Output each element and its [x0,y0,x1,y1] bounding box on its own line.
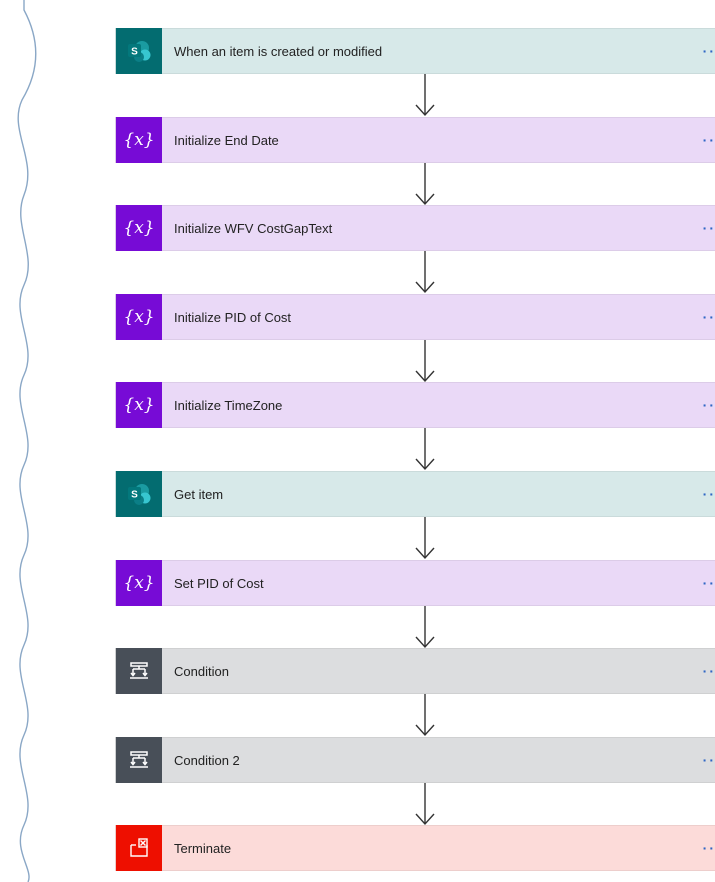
flow-step-1[interactable]: S When an item is created or modified ·· [115,28,715,74]
terminate-icon [116,825,162,871]
flow-step-8[interactable]: Condition ·· [115,648,715,694]
more-options-icon[interactable]: ·· [703,575,715,591]
variable-icon: {x} [116,117,162,163]
condition-icon [116,737,162,783]
more-options-icon[interactable]: ·· [703,220,715,236]
canvas-edge-decoration [17,0,37,882]
connector-arrow [415,783,435,826]
flow-step-4[interactable]: {x} Initialize PID of Cost ·· [115,294,715,340]
variable-icon: {x} [116,294,162,340]
variable-icon: {x} [116,205,162,251]
flow-step-label: When an item is created or modified [174,43,383,59]
variable-icon: {x} [116,560,162,606]
more-options-icon[interactable]: ·· [703,840,715,856]
connector-arrow [415,74,435,117]
flow-step-7[interactable]: {x} Set PID of Cost ·· [115,560,715,606]
flow-step-label: Initialize End Date [174,132,279,148]
more-options-icon[interactable]: ·· [703,486,715,502]
flow-step-label: Set PID of Cost [174,575,264,591]
flow-step-label: Get item [174,486,224,502]
flow-step-label: Initialize WFV CostGapText [174,220,333,236]
connector-arrow [415,428,435,471]
connector-arrow [415,163,435,206]
sharepoint-icon: S [116,28,162,74]
flow-step-label: Initialize TimeZone [174,397,283,413]
more-options-icon[interactable]: ·· [703,43,715,59]
flow-step-10[interactable]: Terminate ·· [115,825,715,871]
more-options-icon[interactable]: ·· [703,663,715,679]
connector-arrow [415,694,435,737]
flow-step-9[interactable]: Condition 2 ·· [115,737,715,783]
variable-symbol: {x} [123,307,155,327]
svg-text:S: S [131,47,138,58]
flow-step-3[interactable]: {x} Initialize WFV CostGapText ·· [115,205,715,251]
connector-arrow [415,251,435,294]
connector-arrow [415,606,435,649]
svg-text:S: S [131,490,138,501]
connector-arrow [415,517,435,560]
more-options-icon[interactable]: ·· [703,309,715,325]
more-options-icon[interactable]: ·· [703,397,715,413]
flow-step-6[interactable]: S Get item ·· [115,471,715,517]
flow-step-5[interactable]: {x} Initialize TimeZone ·· [115,382,715,428]
flow-step-label: Initialize PID of Cost [174,309,292,325]
flow-step-label: Condition 2 [174,752,240,768]
connector-arrow [415,340,435,383]
flow-step-label: Terminate [174,840,232,856]
variable-symbol: {x} [123,218,155,238]
variable-symbol: {x} [123,573,155,593]
flow-step-label: Condition [174,663,229,679]
variable-symbol: {x} [123,395,155,415]
variable-icon: {x} [116,382,162,428]
more-options-icon[interactable]: ·· [703,132,715,148]
flow-canvas: S When an item is created or modified ·· {x… [115,0,715,882]
variable-symbol: {x} [123,130,155,150]
condition-icon [116,648,162,694]
more-options-icon[interactable]: ·· [703,752,715,768]
sharepoint-icon: S [116,471,162,517]
flow-step-2[interactable]: {x} Initialize End Date ·· [115,117,715,163]
